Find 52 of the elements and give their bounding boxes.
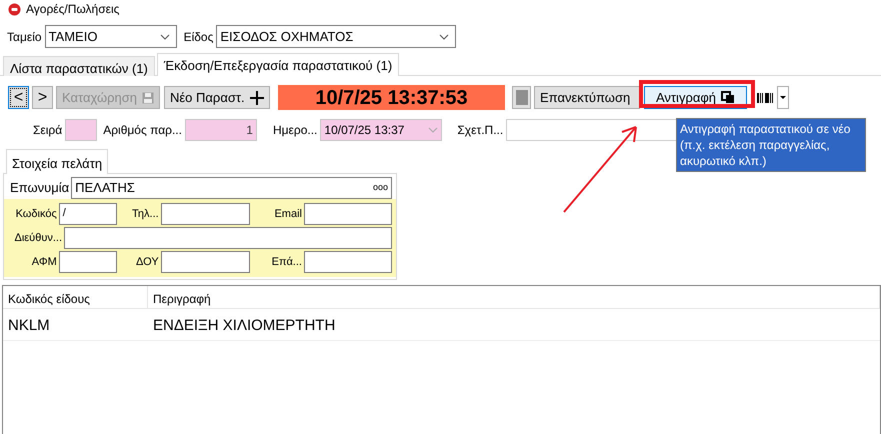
input-field[interactable]: ΠΕΛΑΤΗΣ ooo	[71, 177, 392, 199]
caret-icon	[780, 96, 786, 99]
field-label: Τηλ...	[130, 206, 159, 222]
column-header: Κωδικός είδους	[3, 286, 148, 308]
field-label: Επωνυμία	[10, 179, 70, 198]
clock-display: 10/7/25 13:37:53	[278, 85, 505, 110]
field-label: Επά...	[270, 254, 302, 270]
input-field[interactable]: /	[58, 203, 118, 225]
field-label: ΑΦΜ	[30, 254, 57, 270]
copy-icon	[721, 91, 736, 104]
field-label: Είδος	[184, 28, 214, 46]
input-field[interactable]: 1	[184, 119, 257, 141]
tab[interactable]: Έκδοση/Επεξεργασία παραστατικού (1)	[156, 53, 400, 76]
plus-icon	[250, 90, 264, 104]
dropdown-field[interactable]: ΤΑΜΕΙΟ	[44, 25, 177, 48]
chevron-icon	[439, 34, 450, 40]
app-icon	[8, 2, 21, 16]
more-button[interactable]: ooo	[372, 181, 388, 195]
field-label: ΔΟΥ	[135, 254, 159, 270]
tab[interactable]: Στοιχεία πελάτη	[6, 149, 108, 174]
back-button[interactable]: <	[8, 86, 29, 109]
field-label: Διεύθυν...	[13, 230, 62, 246]
column-header: Περιγραφή	[148, 286, 880, 308]
print-button[interactable]	[512, 86, 531, 109]
tab[interactable]: Λίστα παραστατικών (1)	[3, 56, 155, 76]
table-cell-text: ΕΝΔΕΙΞΗ ΧΙΛΙΟΜΕΡΤΗΤΗ	[152, 316, 336, 336]
dropdown-field[interactable]: ΕΙΣΟΔΟΣ ΟΧΗΜΑΤΟΣ	[216, 25, 456, 48]
dropdown-button[interactable]	[777, 86, 789, 109]
field-label: Ταμείο	[7, 28, 42, 46]
reprint-button[interactable]: Επανεκτύπωση	[534, 86, 640, 109]
window-title: Αγορές/Πωλήσεις	[26, 1, 120, 18]
tooltip: Αντιγραφή παραστατικού σε νέο (π.χ. εκτέλεση παραγγελίας, ακυρωτικό κλπ.)	[676, 118, 866, 172]
field-label: Αριθμός παρ...	[103, 122, 182, 139]
table-cell-text: NKLM	[7, 316, 51, 336]
input-field[interactable]	[304, 251, 392, 273]
barcode-icon	[757, 92, 773, 102]
input-field[interactable]	[160, 251, 250, 273]
field-label: Σειρά	[33, 122, 62, 139]
field-label: Email	[273, 206, 302, 222]
input-field[interactable]	[64, 227, 392, 249]
field-label: Σχετ.Π...	[457, 122, 504, 139]
input-field[interactable]	[160, 203, 250, 225]
new-document-button[interactable]: Νέο Παραστ.	[164, 86, 270, 109]
input-field[interactable]	[304, 203, 392, 225]
field-label: Ημερο...	[272, 122, 318, 139]
chevron-icon	[428, 127, 438, 133]
date-field[interactable]: 10/07/25 13:37	[320, 119, 442, 141]
input-field[interactable]	[65, 119, 98, 141]
field-label: Κωδικός	[14, 206, 57, 222]
input-field[interactable]	[58, 251, 118, 273]
forward-button[interactable]: >	[32, 86, 53, 109]
chevron-icon	[160, 34, 170, 40]
